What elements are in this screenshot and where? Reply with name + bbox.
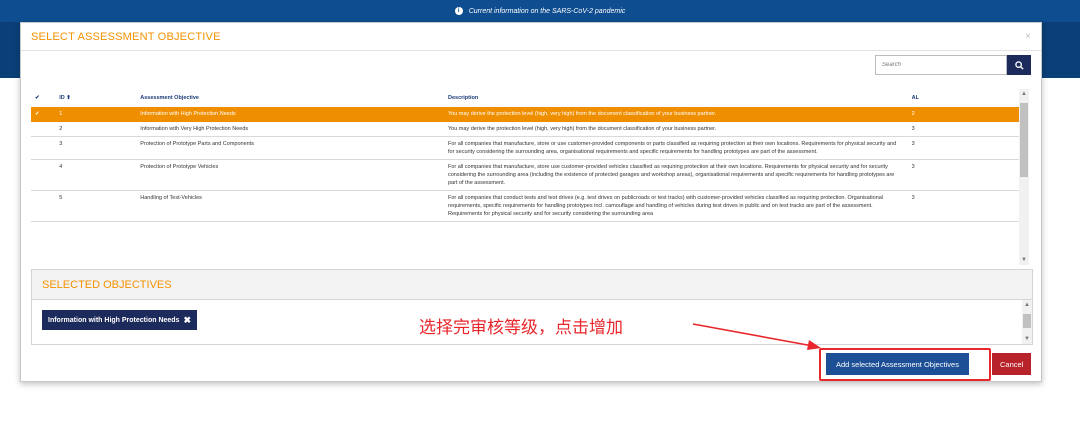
banner-text[interactable]: Current information on the SARS-CoV-2 pa… <box>469 8 626 15</box>
info-icon: i <box>454 7 463 15</box>
cancel-button[interactable]: Cancel <box>992 353 1032 375</box>
annotation-arrow-icon <box>692 323 821 350</box>
pandemic-info-banner[interactable]: i Current information on the SARS-CoV-2 … <box>0 0 1080 22</box>
add-selected-objectives-button[interactable]: Add selected Assessment Objectives <box>826 353 969 375</box>
select-assessment-objective-dialog: SELECT ASSESSMENT OBJECTIVE × ✔ ID ⬆ Ass… <box>20 22 1042 382</box>
